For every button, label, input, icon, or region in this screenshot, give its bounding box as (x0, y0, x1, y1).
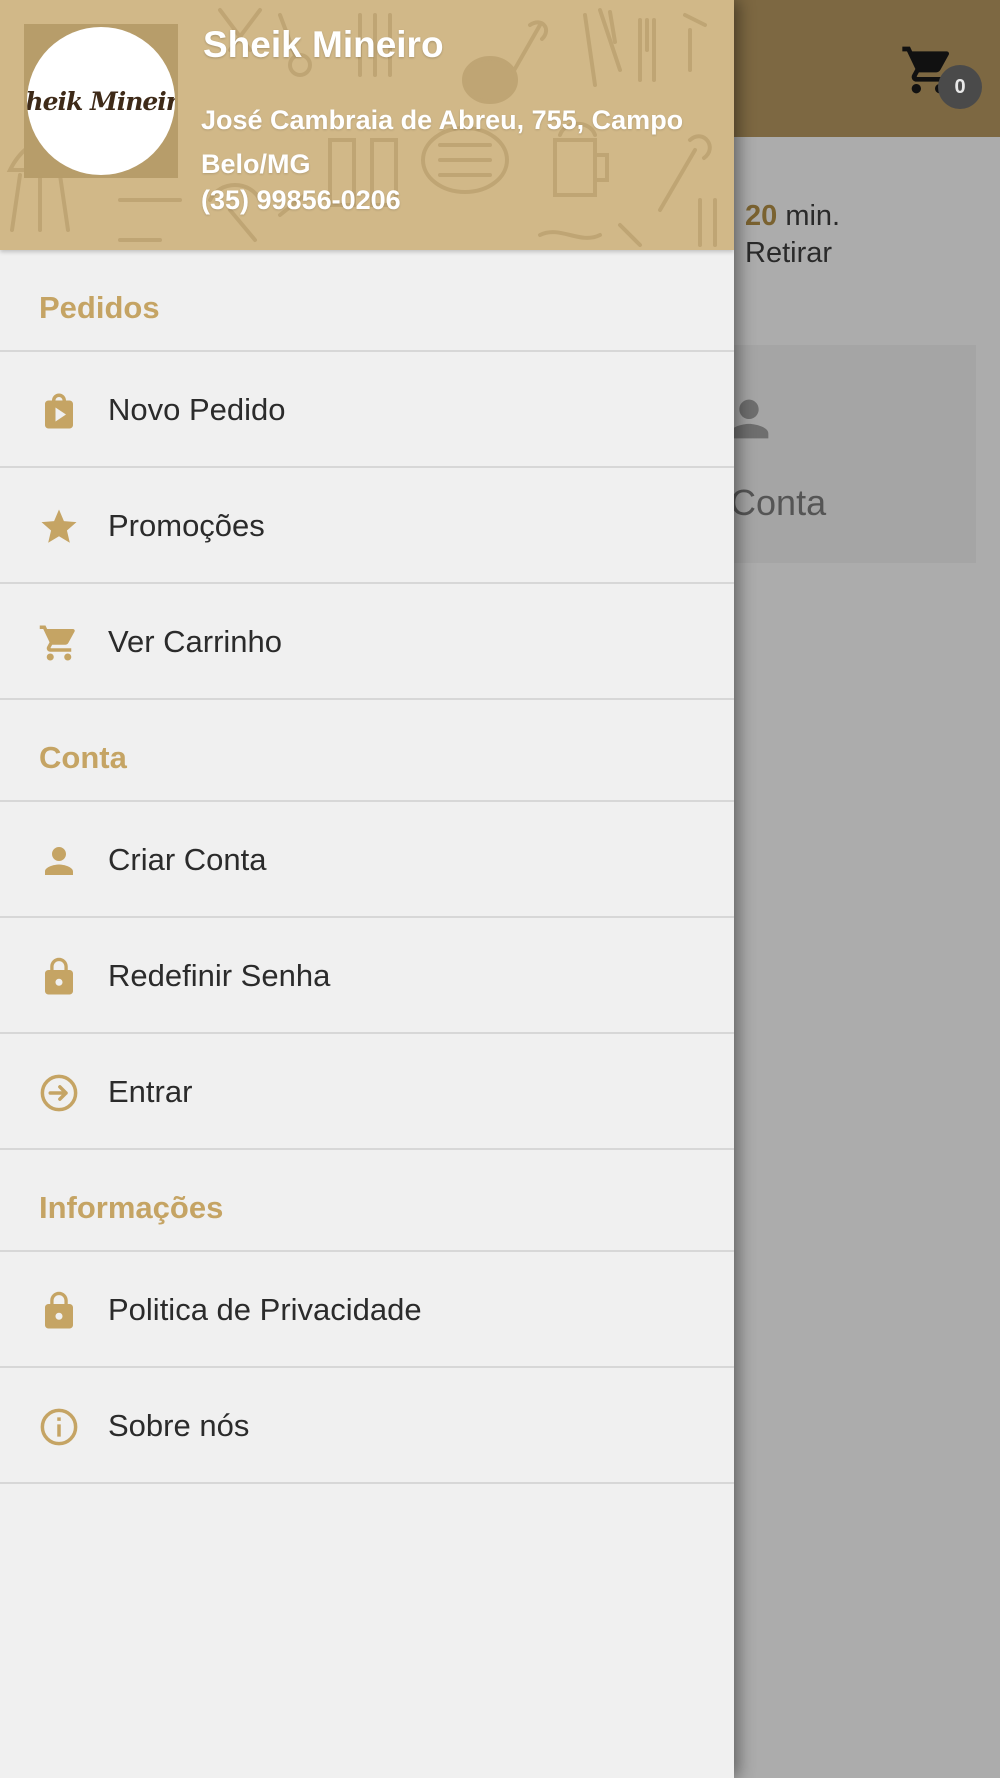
section-title-informacoes: Informações (0, 1150, 734, 1252)
menu-item-label: Ver Carrinho (108, 624, 283, 659)
menu-item-label: Politica de Privacidade (108, 1292, 422, 1327)
info-icon (40, 1408, 78, 1446)
menu-item-politica-privacidade[interactable]: Politica de Privacidade (0, 1252, 734, 1368)
menu-item-label: Criar Conta (108, 842, 267, 877)
account-card[interactable]: a Conta (700, 345, 976, 563)
store-name: Sheik Mineiro (203, 24, 444, 65)
menu-item-sobre-nos[interactable]: Sobre nós (0, 1368, 734, 1484)
drawer-header: Sheik Mineiro Sheik Mineiro José Cambrai… (0, 0, 734, 250)
cart-count-badge: 0 (938, 65, 982, 109)
store-logo: Sheik Mineiro (24, 24, 178, 178)
menu-item-ver-carrinho[interactable]: Ver Carrinho (0, 584, 734, 700)
menu-item-label: Novo Pedido (108, 392, 286, 427)
menu-item-novo-pedido[interactable]: Novo Pedido (0, 352, 734, 468)
navigation-drawer: Sheik Mineiro Sheik Mineiro José Cambrai… (0, 0, 734, 1778)
section-title-conta: Conta (0, 700, 734, 802)
menu-item-entrar[interactable]: Entrar (0, 1034, 734, 1150)
logo-circle: Sheik Mineiro (27, 27, 175, 175)
menu-item-redefinir-senha[interactable]: Redefinir Senha (0, 918, 734, 1034)
cart-icon (39, 625, 75, 661)
store-address: José Cambraia de Abreu, 755, Campo Belo/… (201, 105, 684, 179)
menu-item-label: Entrar (108, 1074, 193, 1109)
menu-item-criar-conta[interactable]: Criar Conta (0, 802, 734, 918)
lock-icon (45, 957, 73, 995)
menu-item-promocoes[interactable]: Promoções (0, 468, 734, 584)
star-icon (41, 509, 77, 543)
cart-button[interactable]: 0 (900, 38, 982, 109)
delivery-eta: 20 min. (745, 200, 840, 233)
drawer-menu: Pedidos Novo Pedido Promoções Ver Carrin… (0, 250, 734, 1484)
menu-item-label: Sobre nós (108, 1408, 250, 1443)
lock-icon (45, 1291, 73, 1329)
eta-value: 20 (745, 200, 778, 232)
section-title-pedidos: Pedidos (0, 250, 734, 352)
menu-item-label: Redefinir Senha (108, 958, 331, 993)
pickup-option[interactable]: Retirar (745, 237, 832, 270)
store-phone: (35) 99856-0206 (201, 185, 401, 215)
person-icon (45, 847, 73, 875)
shopping-bag-icon (45, 393, 73, 429)
logo-text: Sheik Mineiro (27, 86, 175, 116)
login-icon (40, 1074, 78, 1112)
menu-item-label: Promoções (108, 508, 265, 543)
eta-unit: min. (785, 200, 841, 232)
